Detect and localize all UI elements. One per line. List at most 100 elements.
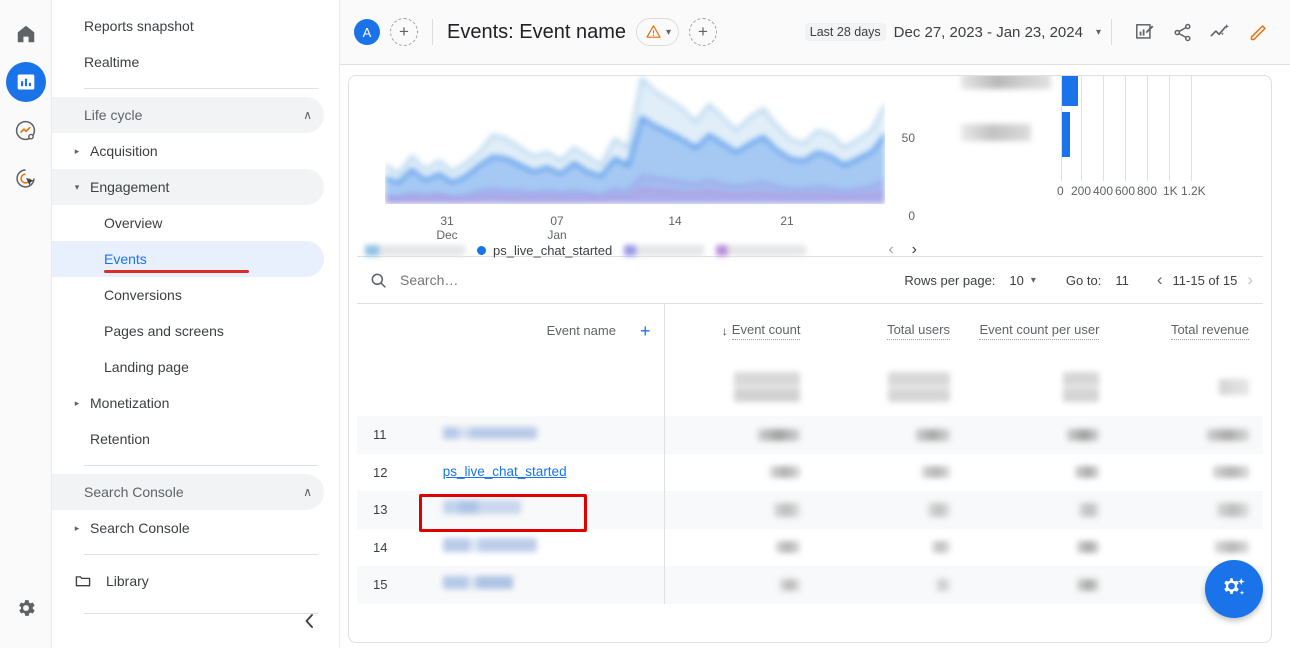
chart-legend: ps_live_chat_started ‹ › (365, 241, 917, 259)
row-event-count (665, 566, 815, 604)
add-segment-button[interactable]: + (689, 18, 717, 46)
insights-fab-button[interactable] (1205, 560, 1263, 618)
rows-per-page-value[interactable]: 10 (1009, 273, 1023, 288)
sidebar-section-life-cycle[interactable]: Life cycle ∧ (52, 97, 324, 133)
admin-gear-icon[interactable] (6, 588, 46, 628)
bar-2[interactable] (1062, 112, 1070, 157)
chevron-up-icon: ∧ (303, 108, 312, 122)
sidebar-item-retention[interactable]: Retention (52, 421, 324, 457)
legend-label: ps_live_chat_started (493, 243, 612, 258)
col-label[interactable]: Event count per user (979, 322, 1099, 340)
y-axis-tick-50: 50 (902, 131, 915, 145)
blurred-value (770, 466, 800, 478)
sidebar-item-library[interactable]: Library (52, 563, 324, 599)
table-row[interactable]: 11 (357, 416, 1263, 454)
blurred-value (1217, 503, 1249, 517)
main-content: A + Events: Event name ▾ + Last 28 days … (340, 0, 1290, 648)
avatar[interactable]: A (354, 19, 380, 45)
row-event-name[interactable] (429, 491, 665, 529)
event-name-link[interactable]: ps_live_chat_started (443, 464, 567, 479)
col-event-count-per-user[interactable]: Event count per user (964, 304, 1114, 358)
col-event-count[interactable]: ↓ Event count (665, 304, 815, 358)
left-navigation: Reports snapshot Realtime Life cycle ∧ ▸… (52, 0, 340, 648)
row-event-name[interactable] (429, 566, 665, 604)
sidebar-item-conversions[interactable]: Conversions (52, 277, 324, 313)
sidebar-label: Landing page (104, 359, 189, 375)
row-event-count-per-user (964, 454, 1114, 492)
blurred-value (734, 372, 800, 402)
row-event-count-per-user (964, 416, 1114, 454)
next-page-icon[interactable]: › (1241, 270, 1259, 290)
legend-next-icon[interactable]: › (912, 241, 917, 259)
reports-icon[interactable] (6, 62, 46, 102)
nav-divider-3 (84, 554, 318, 555)
goto-value[interactable]: 11 (1115, 273, 1129, 288)
add-dimension-icon[interactable]: + (640, 322, 651, 340)
col-event-name: Event name + (429, 304, 665, 358)
compare-icon[interactable] (1204, 16, 1236, 48)
sidebar-item-pages-and-screens[interactable]: Pages and screens (52, 313, 324, 349)
legend-prev-icon[interactable]: ‹ (888, 241, 893, 259)
search-input[interactable] (400, 272, 680, 288)
prev-page-icon[interactable]: ‹ (1151, 270, 1169, 290)
date-range-caret-icon[interactable]: ▾ (1096, 27, 1101, 38)
legend-item[interactable] (624, 245, 704, 256)
add-comparison-button[interactable]: + (390, 18, 418, 46)
charts-row: 50 0 31Dec 07Jan 14 (349, 75, 1271, 256)
table-row[interactable]: 13 (357, 491, 1263, 529)
row-number: 11 (357, 416, 429, 454)
chevron-right-icon: ▸ (70, 146, 84, 157)
row-event-count (665, 491, 815, 529)
edit-pencil-icon[interactable] (1242, 16, 1274, 48)
explore-icon[interactable] (6, 110, 46, 150)
collapse-nav-button[interactable] (296, 608, 322, 634)
row-event-name[interactable] (429, 416, 665, 454)
top-events-bar-chart: 0 200 400 600 800 1K 1.2K (923, 75, 1263, 256)
chevron-down-icon: ▾ (666, 27, 671, 38)
share-icon[interactable] (1166, 16, 1198, 48)
table-row[interactable]: 12 ps_live_chat_started (357, 454, 1263, 492)
sidebar-item-reports-snapshot[interactable]: Reports snapshot (52, 8, 324, 44)
totals-rownum (357, 358, 429, 416)
date-range-label[interactable]: Dec 27, 2023 - Jan 23, 2024 (894, 24, 1083, 41)
gridline (1191, 75, 1192, 181)
sidebar-item-realtime[interactable]: Realtime (52, 44, 324, 80)
sidebar-item-monetization[interactable]: ▸ Monetization (52, 385, 324, 421)
x-axis-tick-3: 21 (767, 214, 807, 228)
table-row[interactable]: 15 (357, 566, 1263, 604)
data-warning-chip[interactable]: ▾ (636, 18, 679, 46)
col-label[interactable]: Event count (732, 322, 801, 340)
blurred-value (1213, 466, 1249, 478)
col-label[interactable]: Total revenue (1171, 322, 1249, 340)
sidebar-label: Conversions (104, 287, 182, 303)
totals-event-count-per-user (964, 358, 1114, 416)
sidebar-label: Acquisition (90, 143, 158, 159)
report-card-scroll[interactable]: 50 0 31Dec 07Jan 14 (349, 75, 1271, 642)
row-total-users (814, 566, 964, 604)
row-event-name[interactable]: ps_live_chat_started (429, 454, 665, 492)
legend-item-ps-live-chat-started[interactable]: ps_live_chat_started (477, 243, 612, 258)
row-total-users (814, 454, 964, 492)
legend-swatch-blurred (624, 245, 704, 256)
sidebar-section-search-console[interactable]: Search Console ∧ (52, 474, 324, 510)
sidebar-item-search-console[interactable]: ▸ Search Console (52, 510, 324, 546)
rows-per-page-caret-icon[interactable]: ▾ (1031, 275, 1036, 286)
insights-icon[interactable] (1128, 16, 1160, 48)
col-label[interactable]: Total users (887, 322, 950, 340)
blurred-value (443, 427, 537, 439)
col-total-revenue[interactable]: Total revenue (1113, 304, 1263, 358)
legend-item[interactable] (365, 245, 465, 256)
col-total-users[interactable]: Total users (814, 304, 964, 358)
home-icon[interactable] (6, 14, 46, 54)
sidebar-item-acquisition[interactable]: ▸ Acquisition (52, 133, 324, 169)
legend-item[interactable] (716, 245, 806, 256)
sidebar-item-engagement[interactable]: ▾ Engagement (52, 169, 324, 205)
bar-1[interactable] (1062, 75, 1078, 106)
table-row[interactable]: 14 (357, 529, 1263, 567)
advertising-icon[interactable] (6, 158, 46, 198)
sidebar-item-landing-page[interactable]: Landing page (52, 349, 324, 385)
sidebar-item-overview[interactable]: Overview (52, 205, 324, 241)
totals-event-count (665, 358, 815, 416)
row-number: 12 (357, 454, 429, 492)
row-event-name[interactable] (429, 529, 665, 567)
